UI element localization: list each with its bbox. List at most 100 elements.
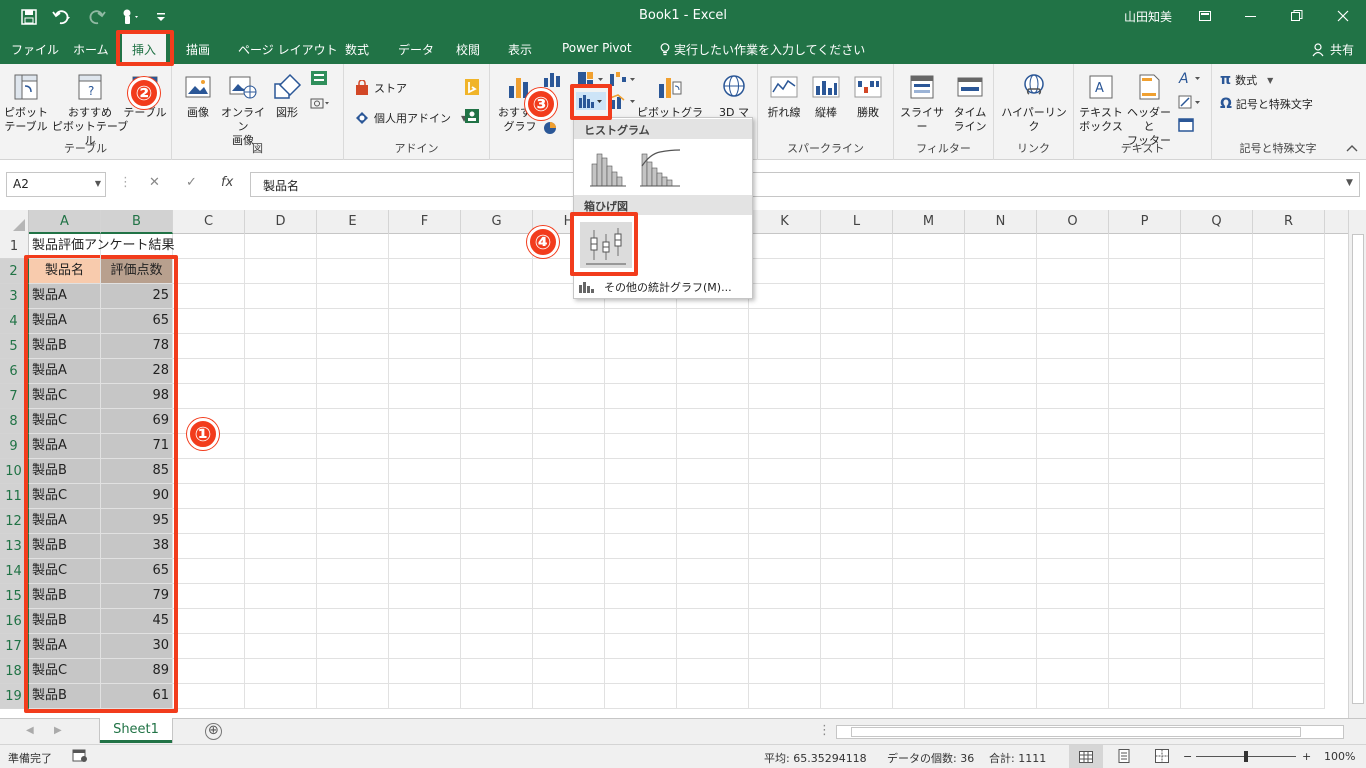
cell[interactable] [461,309,533,334]
cell[interactable] [533,509,605,534]
cell[interactable] [1253,334,1325,359]
people-graph-button[interactable] [464,108,480,124]
cell[interactable] [389,384,461,409]
cell[interactable] [1253,384,1325,409]
cell[interactable] [1109,609,1181,634]
cell[interactable] [965,234,1037,259]
cell[interactable] [821,534,893,559]
cell[interactable] [1037,559,1109,584]
cell[interactable] [965,459,1037,484]
cell[interactable] [677,584,749,609]
cell[interactable] [389,409,461,434]
cell[interactable] [533,434,605,459]
cell[interactable] [173,259,245,284]
cell[interactable] [245,584,317,609]
cell[interactable] [1181,484,1253,509]
tab-page-layout[interactable]: ページ レイアウト [238,41,338,58]
cell[interactable] [461,284,533,309]
tab-file[interactable]: ファイル [11,41,59,58]
cell[interactable] [1037,634,1109,659]
cell[interactable] [317,259,389,284]
cell[interactable] [749,334,821,359]
cell[interactable] [245,359,317,384]
cell[interactable] [1181,359,1253,384]
cell[interactable] [245,609,317,634]
cell[interactable] [965,584,1037,609]
cell[interactable] [1253,234,1325,259]
cell[interactable] [245,684,317,709]
cell[interactable] [245,334,317,359]
cell[interactable] [1181,409,1253,434]
cell[interactable] [677,334,749,359]
cell[interactable] [1109,459,1181,484]
cell[interactable] [1181,534,1253,559]
share-button[interactable]: 共有 [1312,41,1354,58]
cell[interactable] [1253,659,1325,684]
cell[interactable] [317,434,389,459]
cell[interactable] [1037,359,1109,384]
cell[interactable] [1181,559,1253,584]
cell[interactable] [1109,334,1181,359]
cell[interactable] [1109,509,1181,534]
cell[interactable] [173,384,245,409]
cell[interactable] [749,534,821,559]
cell[interactable] [1109,409,1181,434]
cell[interactable] [1109,384,1181,409]
status-count[interactable]: データの個数: 36 [887,750,974,766]
cell[interactable] [893,634,965,659]
cell[interactable] [173,509,245,534]
cell[interactable] [389,659,461,684]
cell[interactable] [965,534,1037,559]
sparkline-column-button[interactable]: 縦棒 [806,72,846,120]
zoom-in-button[interactable]: + [1302,750,1311,763]
status-sum[interactable]: 合計: 1111 [989,750,1046,766]
column-header[interactable]: M [893,210,965,234]
cell[interactable] [1181,434,1253,459]
column-header[interactable]: N [965,210,1037,234]
cell[interactable] [317,334,389,359]
cell[interactable] [389,684,461,709]
cell[interactable] [965,259,1037,284]
cell[interactable] [677,434,749,459]
cell[interactable] [605,584,677,609]
column-header[interactable]: G [461,210,533,234]
cell[interactable] [749,384,821,409]
cell[interactable] [605,684,677,709]
cell[interactable] [821,559,893,584]
cell[interactable] [749,409,821,434]
cell[interactable] [821,659,893,684]
cell[interactable] [965,659,1037,684]
cell[interactable] [893,409,965,434]
cell[interactable] [1253,459,1325,484]
cell[interactable] [461,459,533,484]
cell[interactable] [1181,584,1253,609]
cell[interactable] [245,509,317,534]
cell[interactable] [1037,309,1109,334]
bing-maps-button[interactable] [464,78,480,96]
cell[interactable] [677,484,749,509]
prev-sheet-icon[interactable]: ◀ [26,725,34,736]
cell[interactable] [173,359,245,384]
minimize-icon[interactable] [1228,4,1274,28]
more-statistic-charts-item[interactable]: その他の統計グラフ(M)... [578,279,732,295]
cell[interactable] [1253,484,1325,509]
cell[interactable] [1037,234,1109,259]
cell[interactable] [173,309,245,334]
store-button[interactable]: ストア [354,80,407,96]
cell[interactable] [821,234,893,259]
cell[interactable] [749,484,821,509]
ribbon-display-options-icon[interactable] [1182,4,1228,28]
cell[interactable] [461,434,533,459]
cell[interactable] [389,234,461,259]
cell[interactable] [749,434,821,459]
column-header[interactable]: R [1253,210,1325,234]
zoom-level[interactable]: 100% [1324,750,1355,763]
cell[interactable] [389,534,461,559]
cell[interactable] [1181,634,1253,659]
cell[interactable] [389,284,461,309]
column-header[interactable]: K [749,210,821,234]
object-button[interactable] [1178,118,1194,132]
cell[interactable] [677,684,749,709]
cell[interactable] [1037,509,1109,534]
cell[interactable] [533,684,605,709]
